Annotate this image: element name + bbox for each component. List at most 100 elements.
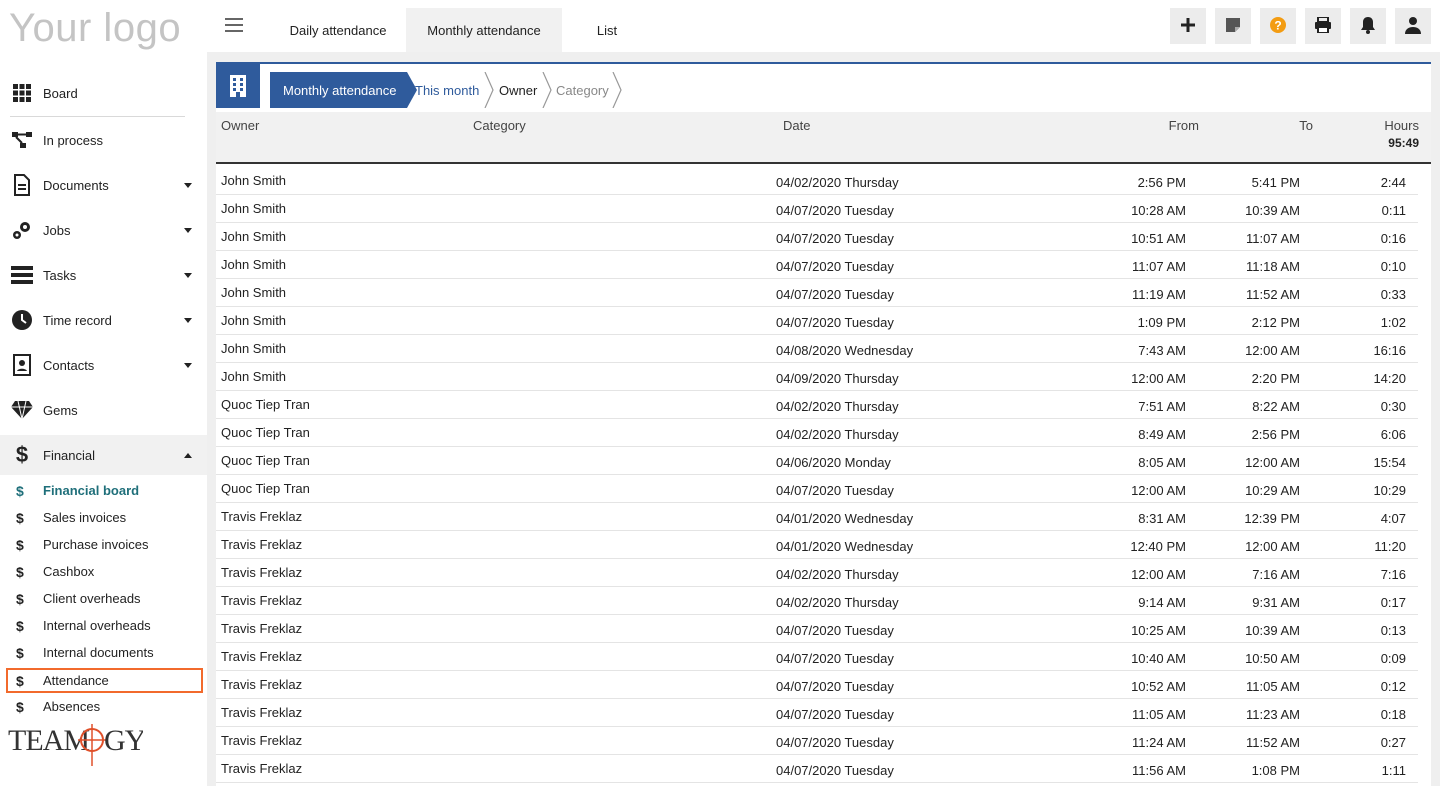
tab-list[interactable]: List	[577, 8, 637, 52]
add-button[interactable]	[1170, 8, 1206, 44]
table-row[interactable]: Travis Freklaz 04/07/2020 Tuesday 10:52 AM…	[216, 671, 1418, 699]
header-date[interactable]: Date	[783, 118, 810, 133]
cell-date: 04/02/2020 Thursday	[776, 595, 899, 610]
table-row[interactable]: Quoc Tiep Tran 04/06/2020 Monday 8:05 AM 12…	[216, 447, 1418, 475]
table-row[interactable]: John Smith 04/08/2020 Wednesday 7:43 AM 12:…	[216, 335, 1418, 363]
cell-date: 04/07/2020 Tuesday	[776, 707, 894, 722]
sidebar-sub-absences[interactable]: $ Absences	[0, 693, 207, 720]
table-row[interactable]: John Smith 04/09/2020 Thursday 12:00 AM 2:2…	[216, 363, 1418, 391]
table-row[interactable]: John Smith 04/07/2020 Tuesday 1:09 PM 2:12 …	[216, 307, 1418, 335]
table-row[interactable]: Travis Freklaz 04/07/2020 Tuesday 11:05 AM…	[216, 699, 1418, 727]
cell-hours: 0:10	[1380, 259, 1406, 274]
cell-from: 8:05 AM	[1138, 455, 1186, 470]
sidebar: Your logo Board In process Documents Job…	[0, 0, 207, 786]
sidebar-item-tasks[interactable]: Tasks	[0, 255, 207, 295]
cell-hours: 0:18	[1380, 707, 1406, 722]
dollar-icon: $	[16, 509, 24, 526]
cell-owner: Travis Freklaz	[221, 593, 303, 608]
tab-daily-attendance[interactable]: Daily attendance	[273, 8, 403, 52]
dollar-icon: $	[16, 482, 24, 499]
cell-hours: 7:16	[1380, 567, 1406, 582]
chevron-right-icon	[542, 72, 552, 108]
plus-icon	[1180, 17, 1196, 36]
cell-owner: Travis Freklaz	[221, 509, 303, 524]
tab-monthly-attendance[interactable]: Monthly attendance	[406, 8, 562, 52]
cell-to: 11:52 AM	[1246, 287, 1300, 302]
sidebar-sub-attendance[interactable]: $ Attendance	[6, 668, 203, 693]
sidebar-item-financial[interactable]: $ Financial	[0, 435, 207, 475]
table-row[interactable]: Travis Freklaz 04/01/2020 Wednesday 8:31 A…	[216, 503, 1418, 531]
table-row[interactable]: John Smith 04/07/2020 Tuesday 10:51 AM 11:0…	[216, 223, 1418, 251]
menu-icon[interactable]	[225, 18, 243, 32]
sidebar-item-time-record[interactable]: Time record	[0, 300, 207, 340]
breadcrumb-owner[interactable]: Owner	[499, 72, 537, 108]
sidebar-sub-cashbox[interactable]: $ Cashbox	[0, 558, 207, 585]
table-row[interactable]: Travis Freklaz 04/07/2020 Tuesday 10:40 AM…	[216, 643, 1418, 671]
cell-hours: 0:16	[1380, 231, 1406, 246]
cell-from: 7:43 AM	[1138, 343, 1186, 358]
table-row[interactable]: Quoc Tiep Tran 04/02/2020 Thursday 7:51 AM…	[216, 391, 1418, 419]
sidebar-item-jobs[interactable]: Jobs	[0, 210, 207, 250]
header-hours[interactable]: Hours	[1384, 118, 1419, 133]
table-row[interactable]: Quoc Tiep Tran 04/02/2020 Thursday 8:49 AM…	[216, 419, 1418, 447]
cell-owner: Quoc Tiep Tran	[221, 425, 310, 440]
sidebar-item-gems[interactable]: Gems	[0, 390, 207, 430]
sidebar-item-in-process[interactable]: In process	[0, 120, 207, 160]
breadcrumb-this-month[interactable]: This month	[415, 72, 479, 108]
clock-icon	[10, 308, 34, 332]
chevron-up-icon	[184, 452, 192, 458]
cell-date: 04/08/2020 Wednesday	[776, 343, 914, 358]
sidebar-sub-purchase-invoices[interactable]: $ Purchase invoices	[0, 531, 207, 558]
table-row[interactable]: Travis Freklaz 04/02/2020 Thursday 12:00 A…	[216, 559, 1418, 587]
cell-hours: 6:06	[1380, 427, 1406, 442]
table-row[interactable]: John Smith 04/07/2020 Tuesday 11:07 AM 11:1…	[216, 251, 1418, 279]
sidebar-item-board[interactable]: Board	[0, 73, 207, 113]
app-logo[interactable]: Your logo	[9, 6, 181, 51]
cell-date: 04/07/2020 Tuesday	[776, 231, 894, 246]
dollar-icon: $	[16, 617, 24, 634]
table-row[interactable]: Travis Freklaz 04/07/2020 Tuesday 10:25 AM…	[216, 615, 1418, 643]
table-row[interactable]: Quoc Tiep Tran 04/07/2020 Tuesday 12:00 AM…	[216, 475, 1418, 503]
cell-owner: Quoc Tiep Tran	[221, 453, 310, 468]
table-row[interactable]: Travis Freklaz 04/07/2020 Tuesday 11:24 AM…	[216, 727, 1418, 755]
dollar-icon: $	[16, 698, 24, 715]
user-button[interactable]	[1395, 8, 1431, 44]
header-from[interactable]: From	[1169, 118, 1199, 133]
header-category[interactable]: Category	[473, 118, 526, 133]
cell-date: 04/07/2020 Tuesday	[776, 483, 894, 498]
breadcrumb-category[interactable]: Category	[556, 72, 609, 108]
cell-date: 04/07/2020 Tuesday	[776, 203, 894, 218]
brand-logo: TEAM GY	[8, 720, 147, 771]
table-row[interactable]: John Smith 04/07/2020 Tuesday 10:28 AM 10:3…	[216, 195, 1418, 223]
header-owner[interactable]: Owner	[221, 118, 259, 133]
sidebar-sub-client-overheads[interactable]: $ Client overheads	[0, 585, 207, 612]
cell-hours: 2:44	[1380, 175, 1406, 190]
sidebar-item-contacts[interactable]: Contacts	[0, 345, 207, 385]
sidebar-sub-financial-board[interactable]: $ Financial board	[0, 477, 207, 504]
table-row[interactable]: Travis Freklaz 04/02/2020 Thursday 9:14 AM…	[216, 587, 1418, 615]
main-area: Monthly attendance This month Owner Cate…	[207, 52, 1440, 786]
breadcrumb-monthly-attendance[interactable]: Monthly attendance	[270, 72, 417, 108]
cell-from: 9:14 AM	[1138, 595, 1186, 610]
print-button[interactable]	[1305, 8, 1341, 44]
sidebar-sub-internal-overheads[interactable]: $ Internal overheads	[0, 612, 207, 639]
sidebar-sub-internal-documents[interactable]: $ Internal documents	[0, 639, 207, 666]
table-row[interactable]: John Smith 04/07/2020 Tuesday 11:19 AM 11:5…	[216, 279, 1418, 307]
sidebar-item-documents[interactable]: Documents	[0, 165, 207, 205]
cell-hours: 0:12	[1380, 679, 1406, 694]
sidebar-sub-sales-invoices[interactable]: $ Sales invoices	[0, 504, 207, 531]
cell-from: 12:00 AM	[1131, 483, 1186, 498]
table-row[interactable]: Travis Freklaz 04/01/2020 Wednesday 12:40 …	[216, 531, 1418, 559]
cell-to: 10:39 AM	[1245, 623, 1300, 638]
cell-hours: 15:54	[1373, 455, 1406, 470]
cell-to: 8:22 AM	[1252, 399, 1300, 414]
cell-hours: 0:09	[1380, 651, 1406, 666]
notifications-button[interactable]	[1350, 8, 1386, 44]
table-row[interactable]: Travis Freklaz 04/07/2020 Tuesday 11:56 AM…	[216, 755, 1418, 783]
help-button[interactable]: ?	[1260, 8, 1296, 44]
note-button[interactable]	[1215, 8, 1251, 44]
cell-from: 11:24 AM	[1132, 735, 1186, 750]
table-row[interactable]: John Smith 04/02/2020 Thursday 2:56 PM 5:41…	[216, 167, 1418, 195]
cell-to: 9:31 AM	[1252, 595, 1300, 610]
header-to[interactable]: To	[1299, 118, 1313, 133]
